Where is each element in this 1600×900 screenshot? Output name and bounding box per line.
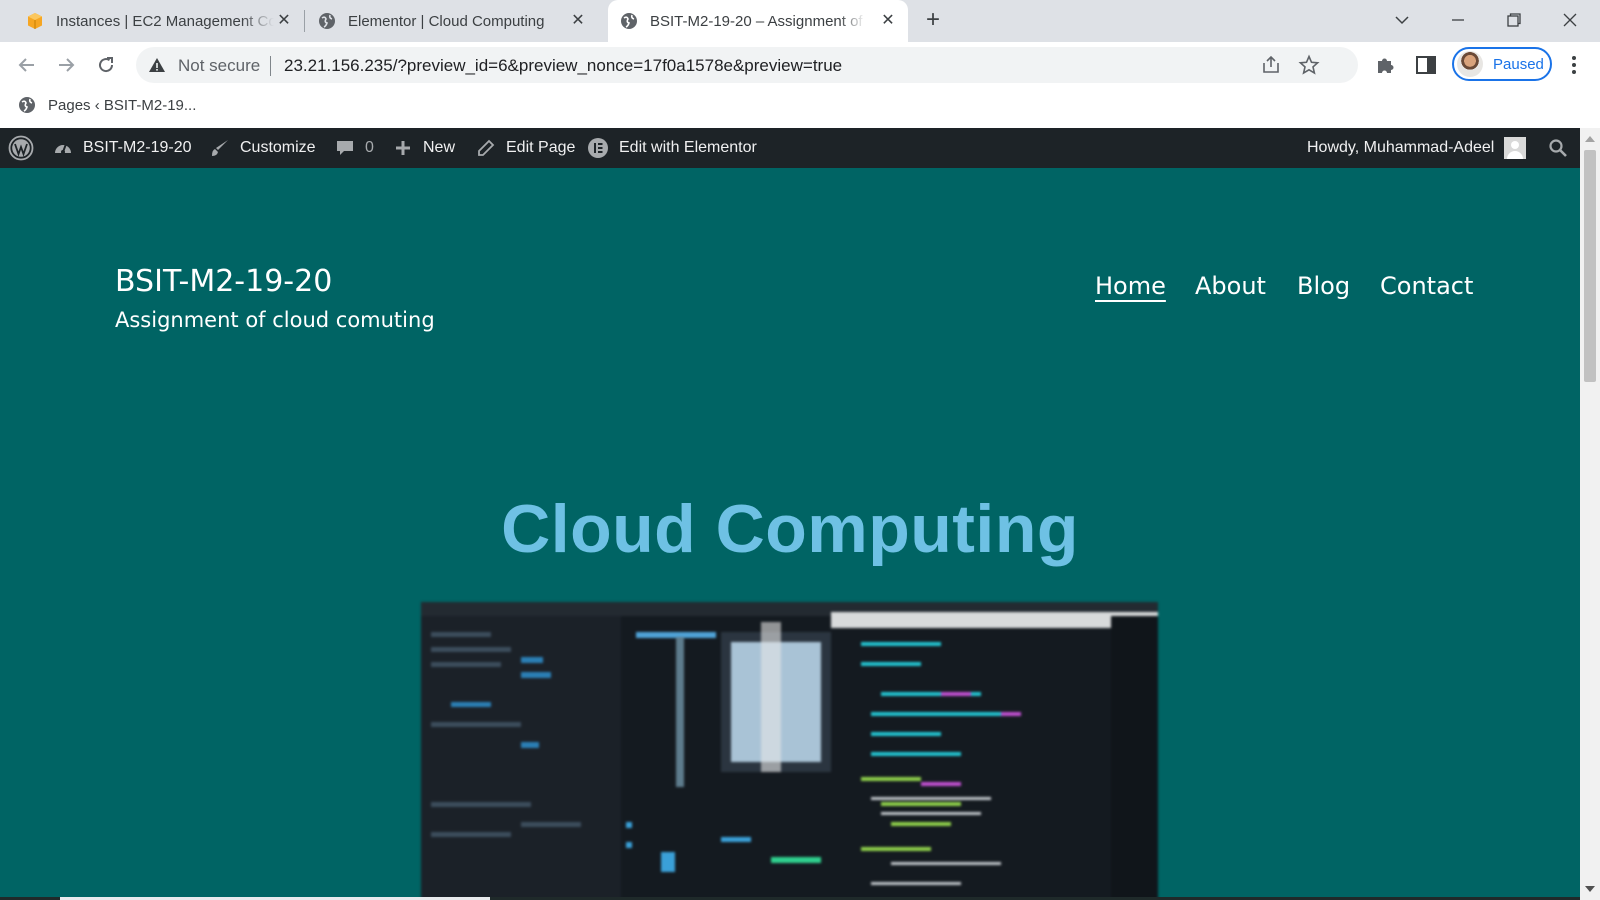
back-arrow-icon[interactable]	[13, 51, 41, 79]
restore-icon[interactable]	[1494, 6, 1534, 34]
globe-icon	[621, 13, 637, 29]
nav-home[interactable]: Home	[1095, 272, 1166, 300]
page-content: BSIT-M2-19-20 Assignment of cloud comuti…	[0, 168, 1580, 900]
tab-elementor[interactable]: Elementor | Cloud Computing ✕	[306, 0, 598, 42]
paintbrush-icon	[212, 140, 228, 156]
comment-count: 0	[365, 139, 374, 156]
avatar	[1457, 51, 1483, 77]
side-panel-icon[interactable]	[1414, 53, 1438, 77]
plus-icon	[396, 141, 410, 155]
wp-admin-bar: BSIT-M2-19-20 Customize 0 New Edit Page	[0, 128, 1580, 168]
admin-search-icon[interactable]	[1548, 128, 1568, 168]
pencil-icon	[478, 139, 495, 156]
sync-status-label: Paused	[1493, 55, 1544, 73]
globe-icon	[19, 97, 35, 113]
tab-search-chevron-icon[interactable]	[1382, 6, 1422, 34]
admin-howdy-label: Howdy, Muhammad-Adeel	[1307, 139, 1495, 156]
close-icon[interactable]: ✕	[274, 11, 294, 31]
share-icon[interactable]	[1260, 54, 1282, 76]
browser-toolbar: Not secure 23.21.156.235/?preview_id=6&p…	[0, 42, 1600, 88]
new-tab-button[interactable]: +	[920, 8, 946, 34]
profile-button[interactable]: Paused	[1452, 47, 1552, 81]
site-title[interactable]: BSIT-M2-19-20	[115, 264, 332, 299]
forward-arrow-icon[interactable]	[52, 51, 80, 79]
dashboard-gauge-icon	[55, 143, 71, 154]
nav-about[interactable]: About	[1195, 272, 1266, 300]
tab-active-preview[interactable]: BSIT-M2-19-20 – Assignment of cloud comu…	[608, 0, 908, 42]
close-icon[interactable]: ✕	[878, 11, 898, 31]
security-status-label[interactable]: Not secure	[178, 56, 260, 76]
address-bar[interactable]: Not secure 23.21.156.235/?preview_id=6&p…	[136, 47, 1358, 83]
extensions-puzzle-icon[interactable]	[1374, 53, 1398, 77]
close-icon[interactable]: ✕	[568, 11, 588, 31]
scroll-up-arrow-icon[interactable]	[1585, 136, 1595, 142]
hero-code-screen-image	[421, 602, 1158, 900]
tab-title: Instances | EC2 Management Console	[56, 12, 274, 30]
aws-box-icon	[28, 13, 42, 29]
hero-heading: Cloud Computing	[501, 491, 1079, 567]
minimize-icon[interactable]	[1438, 6, 1478, 34]
kebab-menu-icon[interactable]	[1564, 53, 1584, 77]
nav-blog[interactable]: Blog	[1297, 272, 1350, 300]
reload-icon[interactable]	[92, 51, 120, 79]
tab-title: BSIT-M2-19-20 – Assignment of cloud comu…	[650, 12, 865, 30]
tab-ec2-instances[interactable]: Instances | EC2 Management Console ✕	[14, 0, 304, 42]
scrollbar-thumb[interactable]	[1584, 150, 1596, 382]
wordpress-logo-icon[interactable]	[8, 128, 34, 168]
comment-bubble-icon	[337, 141, 353, 155]
admin-comments[interactable]: 0	[335, 128, 374, 168]
admin-edit-page-label: Edit Page	[506, 139, 576, 156]
warning-triangle-icon[interactable]	[148, 56, 166, 74]
page-scrollbar[interactable]	[1580, 128, 1600, 900]
admin-edit-with-elementor[interactable]: Edit with Elementor	[587, 128, 757, 168]
elementor-logo-icon	[588, 138, 608, 158]
bookmarks-bar: Pages ‹ BSIT-M2-19...	[0, 88, 1600, 128]
scroll-down-arrow-icon[interactable]	[1585, 886, 1595, 892]
admin-customize[interactable]: Customize	[210, 128, 316, 168]
admin-customize-label: Customize	[240, 139, 316, 156]
admin-site-name-label: BSIT-M2-19-20	[83, 139, 192, 156]
close-window-icon[interactable]	[1550, 6, 1590, 34]
admin-new-label: New	[423, 139, 456, 156]
star-icon[interactable]	[1298, 54, 1320, 76]
tab-title: Elementor | Cloud Computing	[348, 12, 545, 30]
admin-edit-page[interactable]: Edit Page	[476, 128, 575, 168]
bookmark-label: Pages ‹ BSIT-M2-19...	[48, 96, 197, 114]
admin-new[interactable]: New	[393, 128, 455, 168]
admin-account[interactable]: Howdy, Muhammad-Adeel	[1307, 128, 1527, 168]
globe-icon	[319, 13, 335, 29]
tab-divider	[304, 10, 305, 32]
admin-site-name[interactable]: BSIT-M2-19-20	[53, 128, 191, 168]
nav-contact[interactable]: Contact	[1380, 272, 1473, 300]
tab-strip: Instances | EC2 Management Console ✕ Ele…	[0, 0, 1600, 42]
omnibox-divider	[270, 56, 271, 76]
url-text[interactable]: 23.21.156.235/?preview_id=6&preview_nonc…	[284, 56, 842, 76]
admin-edit-elementor-label: Edit with Elementor	[619, 139, 757, 156]
bookmark-pages[interactable]: Pages ‹ BSIT-M2-19...	[18, 96, 196, 114]
site-tagline: Assignment of cloud comuting	[115, 308, 435, 332]
user-avatar	[1504, 137, 1527, 159]
